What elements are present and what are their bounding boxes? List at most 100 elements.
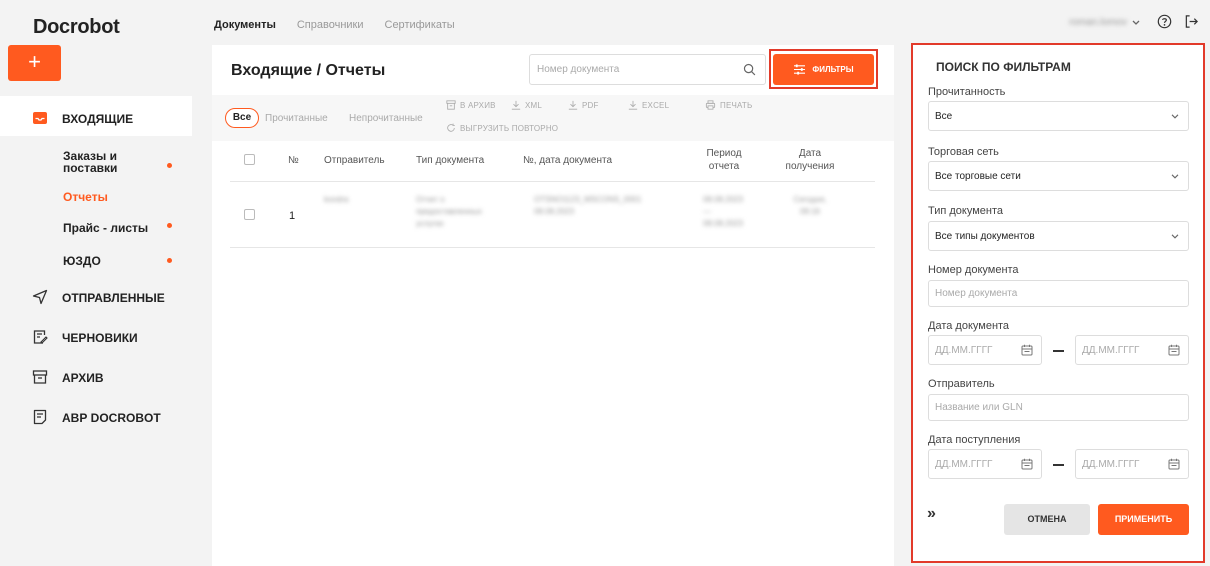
docdate-to-input[interactable] xyxy=(1076,336,1166,364)
chain-label: Торговая сеть xyxy=(928,146,999,158)
inbox-icon xyxy=(32,110,48,126)
list-toolbar: Все Прочитанные Непрочитанные В АРХИВ XM… xyxy=(212,95,894,141)
row-docno: OTSNO1123_MSCONS_0001 08.08.2023 xyxy=(534,194,641,218)
chain-value: Все торговые сети xyxy=(935,171,1021,182)
archive-action[interactable]: В АРХИВ xyxy=(446,100,496,110)
recvdate-to-input[interactable] xyxy=(1076,450,1166,478)
print-action[interactable]: ПЕЧАТЬ xyxy=(705,100,752,110)
logout-icon[interactable] xyxy=(1184,14,1199,29)
chip-unread[interactable]: Непрочитанные xyxy=(349,113,423,124)
nav-references[interactable]: Справочники xyxy=(297,19,364,31)
reupload-action[interactable]: ВЫГРУЗИТЬ ПОВТОРНО xyxy=(446,123,558,133)
search-box xyxy=(529,54,766,85)
sidebar-subitem-pricelists[interactable]: Прайс - листы xyxy=(63,221,148,235)
col-received[interactable]: Дата получения xyxy=(778,147,842,173)
filters-button[interactable]: ФИЛЬТРЫ xyxy=(773,54,874,85)
docdate-from xyxy=(928,335,1042,365)
help-icon[interactable] xyxy=(1157,14,1172,29)
download-icon xyxy=(511,100,521,110)
draft-icon xyxy=(32,329,48,345)
read-status-label: Прочитанность xyxy=(928,86,1006,98)
header-divider xyxy=(230,181,875,182)
col-period-line1: Период xyxy=(706,148,742,159)
excel-action-label: EXCEL xyxy=(642,100,670,110)
chain-select[interactable]: Все торговые сети xyxy=(928,161,1189,191)
sidebar-subitem-orders[interactable]: Заказы и поставки xyxy=(63,150,117,174)
unread-dot xyxy=(167,223,172,228)
sidebar-item-label: ОТПРАВЛЕННЫЕ xyxy=(62,291,165,305)
period-from: 08.08.2023 xyxy=(703,195,744,204)
excel-action[interactable]: EXCEL xyxy=(628,100,669,110)
main-header: Входящие / Отчеты ФИЛЬТРЫ xyxy=(212,45,894,95)
unread-dot xyxy=(167,163,172,168)
period-separator: — xyxy=(703,207,711,216)
unread-dot xyxy=(167,258,172,263)
printer-icon xyxy=(705,100,716,110)
col-period[interactable]: Период отчета xyxy=(700,147,748,173)
download-icon xyxy=(628,100,638,110)
send-icon xyxy=(32,289,48,305)
chip-read[interactable]: Прочитанные xyxy=(265,113,328,124)
docno-line1: OTSNO1123_MSCONS_0001 xyxy=(534,195,642,204)
sidebar-item-label: ВХОДЯЩИЕ xyxy=(62,112,134,126)
sidebar-subitem-reports[interactable]: Отчеты xyxy=(63,190,108,204)
user-menu[interactable]: roman.lomov xyxy=(1069,17,1140,28)
search-icon[interactable] xyxy=(743,63,756,76)
docdate-from-input[interactable] xyxy=(929,336,1019,364)
xml-action[interactable]: XML xyxy=(511,100,542,110)
docdate-label: Дата документа xyxy=(928,320,1010,332)
col-doctype[interactable]: Тип документа xyxy=(416,155,484,166)
chevron-down-icon xyxy=(1132,20,1140,25)
create-document-button[interactable]: + xyxy=(8,45,61,81)
range-dash xyxy=(1053,350,1064,352)
reupload-action-label: ВЫГРУЗИТЬ ПОВТОРНО xyxy=(460,123,559,133)
sender-filter-label: Отправитель xyxy=(928,378,995,390)
doctype-value: Все типы документов xyxy=(935,231,1035,242)
row-doctype: Отчет о предоставленных услугах xyxy=(416,194,482,230)
select-all-checkbox[interactable] xyxy=(244,154,255,165)
archive-action-label: В АРХИВ xyxy=(460,100,496,110)
doctype-line1: Отчет о xyxy=(416,195,445,204)
pdf-action-label: PDF xyxy=(582,100,599,110)
chevron-down-icon xyxy=(1171,114,1179,119)
subitem-label-line2: поставки xyxy=(63,161,118,175)
chevron-down-icon xyxy=(1171,174,1179,179)
col-docno[interactable]: №, дата документа xyxy=(523,155,612,166)
docno-filter-input[interactable] xyxy=(929,281,1179,306)
print-action-label: ПЕЧАТЬ xyxy=(720,100,753,110)
filters-button-label: ФИЛЬТРЫ xyxy=(812,65,854,74)
col-period-line2: отчета xyxy=(708,161,740,172)
page-title: Входящие / Отчеты xyxy=(231,62,386,79)
doctype-select[interactable]: Все типы документов xyxy=(928,221,1189,251)
pdf-action[interactable]: PDF xyxy=(568,100,599,110)
docrobot-logo[interactable]: Docrobot xyxy=(33,16,120,39)
apply-button[interactable]: ПРИМЕНИТЬ xyxy=(1098,504,1189,535)
row-divider xyxy=(230,247,875,248)
recvdate-label: Дата поступления xyxy=(928,434,1021,446)
row-sender: kondra xyxy=(324,195,349,204)
nav-certificates[interactable]: Сертификаты xyxy=(385,19,455,31)
calendar-icon[interactable] xyxy=(1168,344,1180,356)
sender-filter-input[interactable] xyxy=(929,395,1179,420)
sliders-icon xyxy=(794,64,806,75)
nav-documents[interactable]: Документы xyxy=(214,19,276,31)
read-status-select[interactable]: Все xyxy=(928,101,1189,131)
docno-filter-label: Номер документа xyxy=(928,264,1019,276)
docdate-to xyxy=(1075,335,1189,365)
archive-icon xyxy=(446,100,456,110)
chip-all[interactable]: Все xyxy=(225,108,259,128)
received-line2: 09:16 xyxy=(799,207,821,216)
refresh-icon xyxy=(447,123,455,132)
search-input[interactable] xyxy=(530,55,730,84)
col-sender[interactable]: Отправитель xyxy=(324,155,385,166)
calendar-icon[interactable] xyxy=(1021,458,1033,470)
sidebar-subitem-edo[interactable]: ЮЗДО xyxy=(63,254,101,268)
row-checkbox[interactable] xyxy=(244,209,255,220)
collapse-panel-icon[interactable]: » xyxy=(927,505,936,523)
calendar-icon[interactable] xyxy=(1168,458,1180,470)
cancel-button[interactable]: ОТМЕНА xyxy=(1004,504,1090,535)
recvdate-to xyxy=(1075,449,1189,479)
row-received: Сегодня, 09:16 xyxy=(778,194,842,218)
recvdate-from-input[interactable] xyxy=(929,450,1019,478)
calendar-icon[interactable] xyxy=(1021,344,1033,356)
